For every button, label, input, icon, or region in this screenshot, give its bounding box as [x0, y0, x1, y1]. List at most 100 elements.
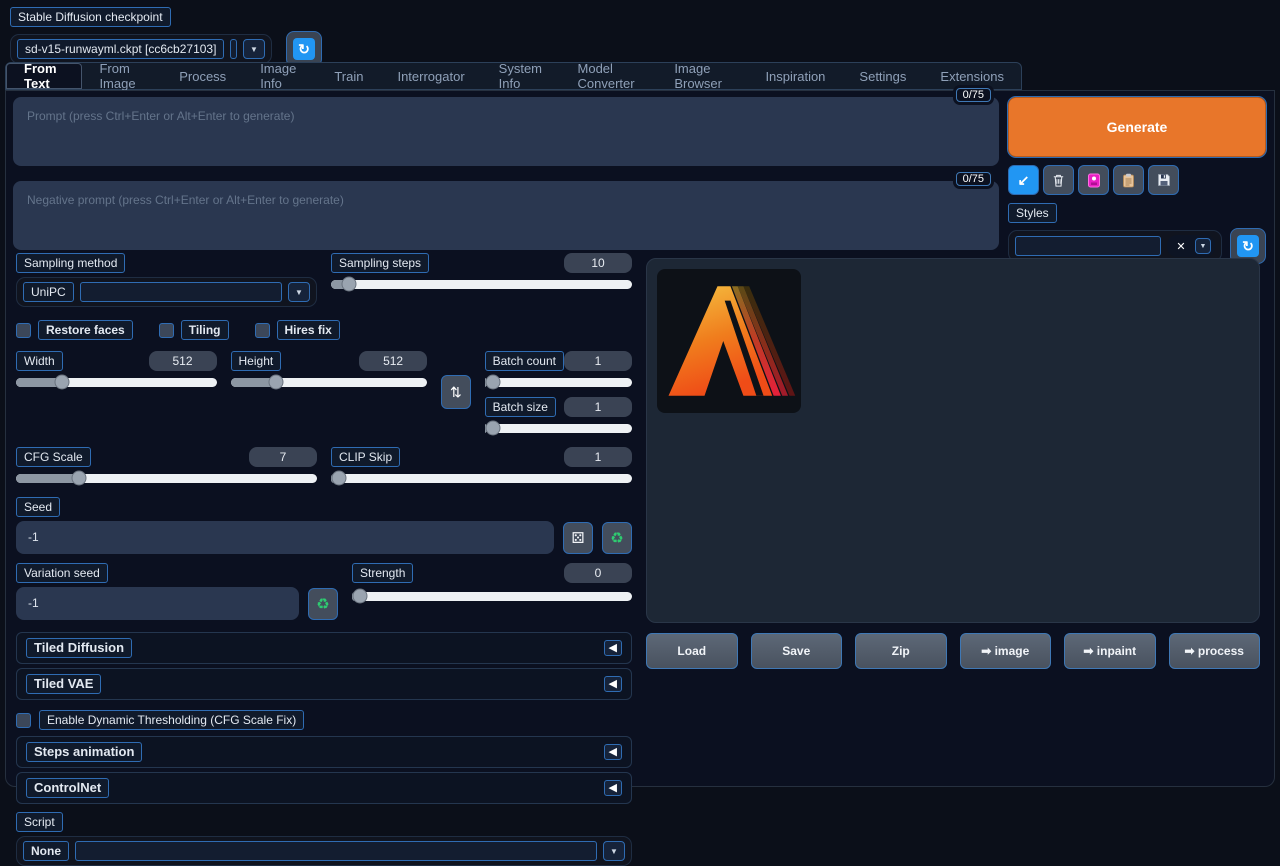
- clip-skip-slider[interactable]: [331, 471, 632, 485]
- variation-strength-slider[interactable]: [352, 589, 632, 603]
- extra-networks-button[interactable]: [1078, 165, 1109, 195]
- checkpoint-filter-input[interactable]: [230, 39, 237, 59]
- restore-faces-checkbox[interactable]: [16, 323, 31, 338]
- restore-faces-option[interactable]: Restore faces: [16, 320, 133, 340]
- restore-faces-label: Restore faces: [38, 320, 133, 340]
- steps-animation-accordion[interactable]: Steps animation ◀: [16, 736, 632, 768]
- cfg-scale-slider[interactable]: [16, 471, 317, 485]
- chevron-down-icon[interactable]: ▼: [603, 841, 625, 861]
- tab-extensions[interactable]: Extensions: [923, 63, 1021, 89]
- height-value[interactable]: 512: [359, 351, 427, 371]
- seed-input[interactable]: -1: [16, 521, 554, 554]
- tab-system-info[interactable]: System Info: [482, 63, 561, 89]
- slider-thumb[interactable]: [342, 277, 357, 292]
- width-slider[interactable]: [16, 375, 217, 389]
- width-value[interactable]: 512: [149, 351, 217, 371]
- batch-count-value[interactable]: 1: [564, 351, 632, 371]
- variation-seed-input[interactable]: -1: [16, 587, 299, 620]
- output-gallery[interactable]: [646, 258, 1260, 623]
- negative-prompt-input[interactable]: [13, 181, 999, 250]
- dynamic-thresholding-checkbox[interactable]: [16, 713, 31, 728]
- tab-from-image[interactable]: From Image: [82, 63, 162, 89]
- controlnet-accordion[interactable]: ControlNet ◀: [16, 772, 632, 804]
- hires-fix-option[interactable]: Hires fix: [255, 320, 340, 340]
- checkpoint-dropdown[interactable]: sd-v15-runwayml.ckpt [cc6cb27103] ▼: [10, 34, 272, 64]
- load-button[interactable]: Load: [646, 633, 738, 669]
- sampling-method-value[interactable]: UniPC: [23, 282, 74, 302]
- tab-image-browser[interactable]: Image Browser: [657, 63, 748, 89]
- controlnet-label: ControlNet: [26, 778, 109, 798]
- batch-size-slider[interactable]: [485, 421, 632, 435]
- script-dropdown[interactable]: None ▼: [16, 836, 632, 866]
- clip-skip-value[interactable]: 1: [564, 447, 632, 467]
- variation-strength-value[interactable]: 0: [564, 563, 632, 583]
- tiling-checkbox[interactable]: [159, 323, 174, 338]
- slider-thumb[interactable]: [72, 471, 87, 486]
- tab-interrogator[interactable]: Interrogator: [380, 63, 481, 89]
- dice-icon: ⚄: [571, 529, 584, 547]
- swap-dimensions-button[interactable]: ⇅: [441, 375, 471, 409]
- random-seed-button[interactable]: ⚄: [563, 522, 593, 554]
- tiled-diffusion-accordion[interactable]: Tiled Diffusion ◀: [16, 632, 632, 664]
- slider-thumb[interactable]: [55, 375, 70, 390]
- chevron-down-icon[interactable]: ▼: [288, 282, 310, 302]
- send-to-process-button[interactable]: ➡ process: [1169, 633, 1261, 669]
- tiled-diffusion-label: Tiled Diffusion: [26, 638, 132, 658]
- tab-image-info[interactable]: Image Info: [243, 63, 317, 89]
- script-value[interactable]: None: [23, 841, 69, 861]
- tab-model-converter[interactable]: Model Converter: [561, 63, 658, 89]
- cfg-scale-label: CFG Scale: [16, 447, 91, 467]
- height-slider[interactable]: [231, 375, 428, 389]
- clear-prompt-button[interactable]: [1043, 165, 1074, 195]
- styles-clear-icon[interactable]: ✕: [1171, 237, 1191, 255]
- steps-animation-label: Steps animation: [26, 742, 142, 762]
- tab-inspiration[interactable]: Inspiration: [748, 63, 842, 89]
- tab-train[interactable]: Train: [317, 63, 380, 89]
- collapse-arrow-icon[interactable]: ◀: [604, 744, 622, 760]
- paste-params-button[interactable]: ↙: [1008, 165, 1039, 195]
- slider-thumb[interactable]: [332, 471, 347, 486]
- tiled-vae-accordion[interactable]: Tiled VAE ◀: [16, 668, 632, 700]
- tab-settings[interactable]: Settings: [842, 63, 923, 89]
- script-label: Script: [16, 812, 63, 832]
- slider-thumb[interactable]: [485, 375, 500, 390]
- dynamic-thresholding-option[interactable]: Enable Dynamic Thresholding (CFG Scale F…: [16, 710, 632, 730]
- prompt-token-counter: 0/75: [956, 88, 991, 102]
- slider-thumb[interactable]: [485, 421, 500, 436]
- prompt-input[interactable]: [13, 97, 999, 166]
- reuse-seed-button[interactable]: ♻: [602, 522, 632, 554]
- tab-from-text[interactable]: From Text: [6, 63, 82, 89]
- checkpoint-value[interactable]: sd-v15-runwayml.ckpt [cc6cb27103]: [17, 39, 224, 59]
- collapse-arrow-icon[interactable]: ◀: [604, 780, 622, 796]
- hires-fix-checkbox[interactable]: [255, 323, 270, 338]
- sampling-method-filter-input[interactable]: [80, 282, 282, 302]
- chevron-down-icon[interactable]: ▼: [243, 39, 265, 59]
- card-icon: [1087, 173, 1101, 188]
- send-to-inpaint-button[interactable]: ➡ inpaint: [1064, 633, 1156, 669]
- styles-filter-input[interactable]: [1015, 236, 1161, 256]
- recycle-icon: ♻: [316, 595, 329, 613]
- slider-thumb[interactable]: [268, 375, 283, 390]
- tab-process[interactable]: Process: [162, 63, 243, 89]
- sampling-method-dropdown[interactable]: UniPC ▼: [16, 277, 317, 307]
- sampling-steps-slider[interactable]: [331, 277, 632, 291]
- refresh-icon: ↻: [293, 38, 315, 60]
- batch-size-value[interactable]: 1: [564, 397, 632, 417]
- apply-style-button[interactable]: [1113, 165, 1144, 195]
- trash-icon: [1051, 173, 1066, 188]
- cfg-scale-value[interactable]: 7: [249, 447, 317, 467]
- slider-thumb[interactable]: [353, 589, 368, 604]
- collapse-arrow-icon[interactable]: ◀: [604, 640, 622, 656]
- save-style-button[interactable]: [1148, 165, 1179, 195]
- send-to-image-button[interactable]: ➡ image: [960, 633, 1052, 669]
- chevron-down-icon[interactable]: ▼: [1195, 238, 1211, 254]
- zip-button[interactable]: Zip: [855, 633, 947, 669]
- reuse-variation-seed-button[interactable]: ♻: [308, 588, 338, 620]
- collapse-arrow-icon[interactable]: ◀: [604, 676, 622, 692]
- tiling-option[interactable]: Tiling: [159, 320, 229, 340]
- script-filter-input[interactable]: [75, 841, 597, 861]
- sampling-steps-value[interactable]: 10: [564, 253, 632, 273]
- batch-count-slider[interactable]: [485, 375, 632, 389]
- save-button[interactable]: Save: [751, 633, 843, 669]
- generate-button[interactable]: Generate: [1008, 97, 1266, 157]
